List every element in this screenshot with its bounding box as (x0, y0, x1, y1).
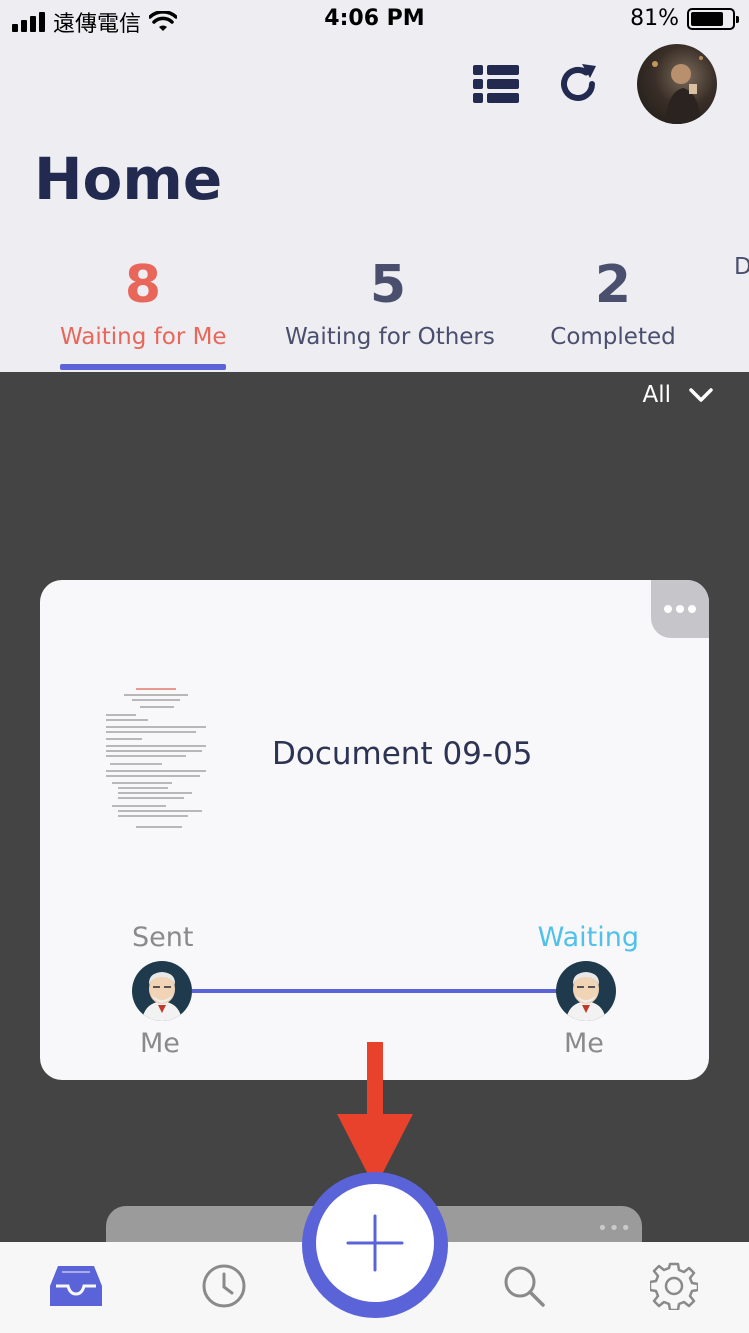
status-right: 81% (630, 6, 739, 31)
filter-dropdown[interactable]: All (642, 382, 713, 408)
header-actions (473, 44, 717, 124)
sender-status: Sent (132, 922, 194, 953)
recipient-name: Me (564, 1028, 604, 1059)
list-icon (473, 65, 519, 103)
settings-icon (650, 1262, 698, 1310)
plus-icon (346, 1214, 404, 1272)
tab-bar: 8 Waiting for Me 5 Waiting for Others 2 … (0, 250, 749, 372)
chevron-down-icon (689, 388, 713, 402)
document-card[interactable]: Document 09-05 Sent Waiting Me Me (40, 580, 709, 1080)
search-icon (504, 1266, 545, 1307)
document-list: All Document 09-05 Sent Waiting Me Me ••… (0, 372, 749, 1266)
active-tab-indicator (60, 364, 226, 370)
status-bar: 遠傳電信 4:06 PM 81% (0, 0, 749, 40)
nav-settings[interactable] (646, 1258, 702, 1314)
battery-icon (687, 7, 739, 30)
list-view-button[interactable] (473, 61, 519, 107)
more-icon (664, 605, 696, 613)
more-icon: ••• (597, 1218, 632, 1239)
tab-count: 2 (594, 255, 632, 315)
nav-inbox[interactable] (48, 1258, 104, 1314)
page-title: Home (34, 145, 223, 213)
sender-name: Me (140, 1028, 180, 1059)
nav-search[interactable] (496, 1258, 552, 1314)
tab-waiting-for-me[interactable]: 8 Waiting for Me (60, 250, 227, 350)
tab-count: 8 (124, 255, 162, 315)
red-arrow-annotation (337, 1042, 413, 1188)
tab-waiting-for-others[interactable]: 5 Waiting for Others (285, 250, 495, 350)
card-more-button[interactable] (651, 580, 709, 638)
tab-count: 5 (369, 255, 407, 315)
nav-history[interactable] (196, 1258, 252, 1314)
sender-avatar (132, 961, 192, 1021)
refresh-icon (561, 64, 596, 101)
tab-partial[interactable]: D (734, 250, 749, 280)
user-avatar[interactable] (637, 44, 717, 124)
tab-label: Completed (550, 324, 676, 350)
tab-label: Waiting for Me (60, 324, 227, 350)
recipient-status: Waiting (537, 922, 639, 953)
add-document-button[interactable] (318, 1186, 432, 1300)
recipient-avatar (556, 961, 616, 1021)
avatar-image (652, 56, 703, 124)
refresh-button[interactable] (555, 61, 601, 107)
tab-completed[interactable]: 2 Completed (550, 250, 676, 350)
battery-percent: 81% (630, 6, 679, 31)
clock-icon (202, 1264, 246, 1308)
document-thumbnail (106, 688, 206, 828)
flow-connector (192, 989, 564, 993)
filter-label: All (642, 382, 671, 408)
document-title: Document 09-05 (272, 736, 533, 772)
inbox-icon (50, 1266, 102, 1306)
tab-label: D (734, 254, 749, 280)
tab-label: Waiting for Others (285, 324, 495, 350)
